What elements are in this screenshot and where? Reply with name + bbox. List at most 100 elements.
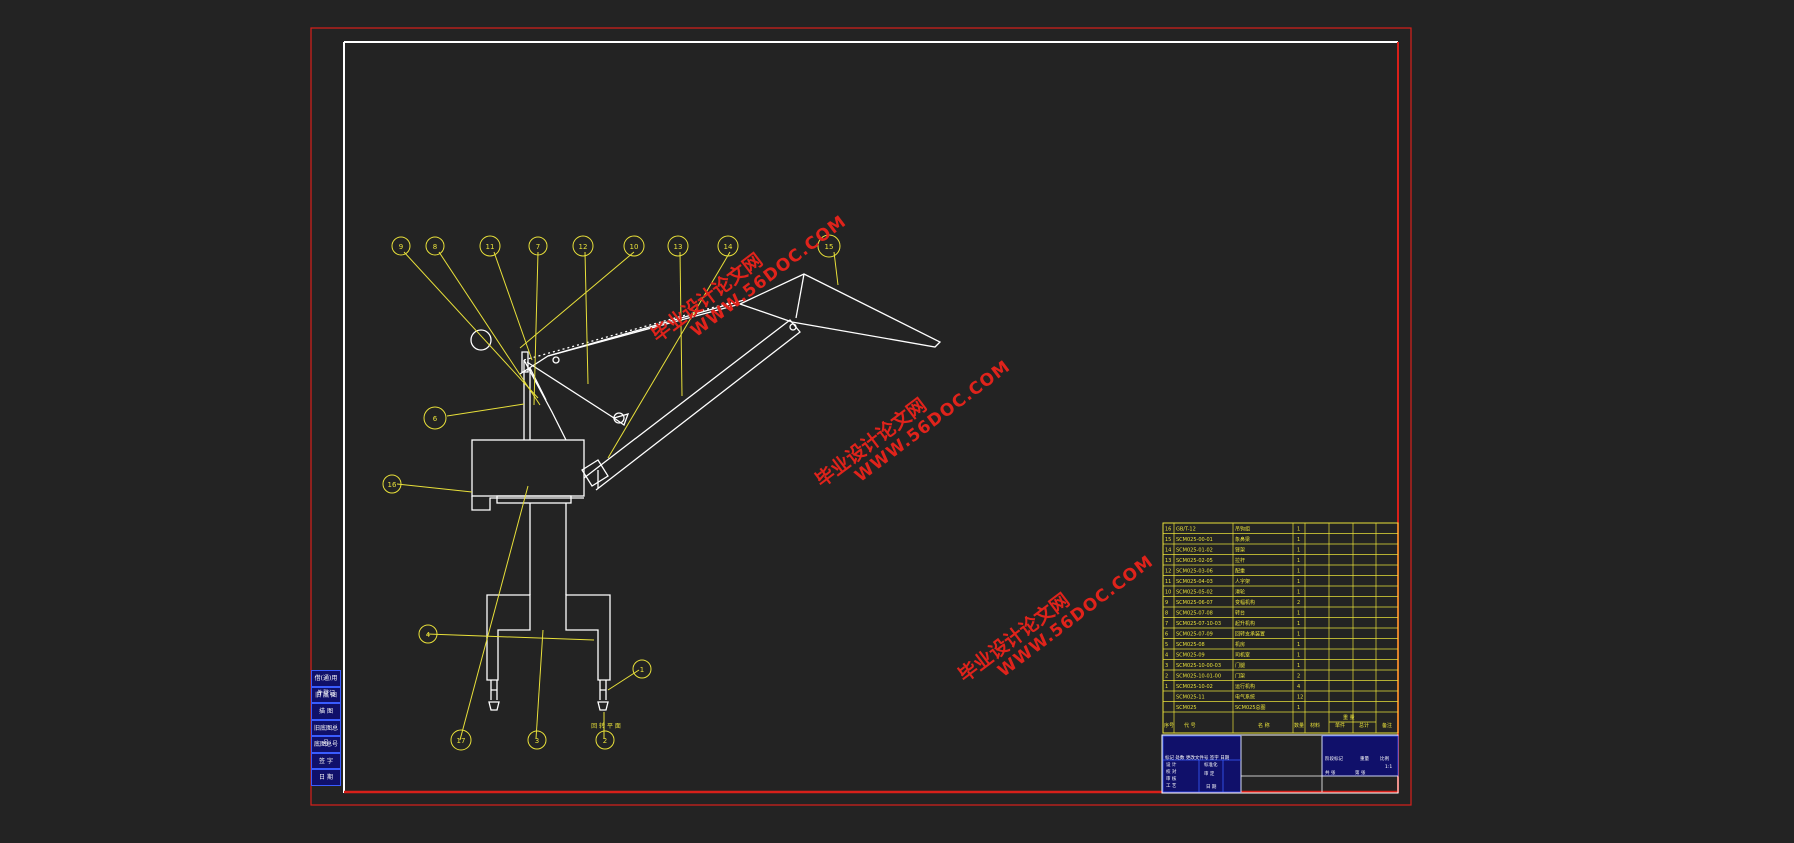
bom-cell: 2: [1165, 674, 1168, 680]
bom-cell: 起升机构: [1235, 620, 1255, 627]
bom-cell: 吊钩组: [1235, 526, 1250, 533]
balloon-label: 8: [433, 243, 437, 251]
balloon-label: 4: [426, 631, 431, 639]
bom-cell: 1: [1165, 684, 1168, 690]
bom-cell: 1: [1297, 537, 1300, 543]
bom-cell: SCM025-09: [1176, 653, 1205, 659]
bom-cell: 2: [1297, 600, 1300, 606]
bom-cell: 门架: [1235, 673, 1245, 680]
bom-cell: 配重: [1235, 568, 1245, 575]
balloon-label: 16: [388, 481, 397, 489]
side-table-cell: 借(通)用件登记: [311, 670, 341, 697]
title-block-text: 日 期: [1206, 784, 1217, 790]
side-table-cell: 底图总号: [311, 736, 341, 753]
bom-cell: SCM025-07-10-03: [1176, 621, 1221, 627]
bom-cell: SCM025-05-02: [1176, 590, 1213, 596]
balloon-label: 1: [640, 666, 644, 674]
bom-header-cell: 重 量: [1343, 714, 1355, 721]
bom-cell: 1: [1297, 590, 1300, 596]
bom-header-cell: 单件: [1335, 722, 1345, 729]
bom-cell: 1: [1297, 621, 1300, 627]
side-table-cell: 旧 底 图: [311, 686, 341, 703]
balloon-label: 9: [399, 243, 403, 251]
bom-cell: 5: [1165, 642, 1168, 648]
bom-cell: 门腿: [1235, 662, 1245, 669]
bom-cell: 8: [1165, 611, 1168, 617]
title-block-text: 比例: [1380, 755, 1389, 762]
title-block-text: 标记 处数 更改文件号 签字 日期: [1165, 754, 1230, 761]
bom-cell: 9: [1165, 600, 1168, 606]
ground-note: 回 转 平 面: [591, 722, 621, 730]
bom-cell: 6: [1165, 632, 1168, 638]
title-block-text: 共 张: [1325, 769, 1336, 776]
bom-cell: SCM025-07-09: [1176, 632, 1213, 638]
balloon-label: 10: [630, 243, 639, 251]
bom-cell: SCM025-04-03: [1176, 579, 1213, 585]
bom-header-cell: 材料: [1310, 722, 1320, 729]
bom-cell: 4: [1165, 653, 1168, 659]
bom-cell: 拉杆: [1235, 557, 1245, 564]
bom-cell: SCM025-06-07: [1176, 600, 1213, 606]
bom-table: 1 6 GB/T-12 吊钩组 1 1 5 SCM025-00-01 象鼻梁 1 1 4 SCM025-…: [1162, 522, 1399, 734]
title-block-text: 阶段标记: [1325, 755, 1343, 762]
bom-cell: 10: [1165, 590, 1171, 596]
bom-cell: 司机室: [1235, 652, 1250, 659]
bom-cell: GB/T-12: [1176, 527, 1196, 533]
bom-cell: 人字架: [1235, 578, 1250, 585]
title-block-text: 标准化: [1204, 761, 1218, 768]
bom-cell: SCM025-03-06: [1176, 569, 1213, 575]
bom-cell: 12: [1297, 695, 1303, 701]
title-block-text: 工 艺: [1166, 783, 1177, 789]
bom-cell: SCM025-10-00-03: [1176, 663, 1221, 669]
bom-cell: 臂架: [1235, 547, 1245, 554]
bom-cell: 转台: [1235, 610, 1245, 617]
bom-header-cell: 数量: [1294, 722, 1304, 729]
bom-cell: 变幅机构: [1235, 599, 1255, 606]
bom-cell: 象鼻梁: [1235, 536, 1250, 543]
bom-cell: SCM025-11: [1176, 695, 1205, 701]
balloon-label: 14: [724, 243, 733, 251]
bom-cell: 1: [1297, 579, 1300, 585]
bom-cell: SCM025总图: [1235, 704, 1266, 711]
bom-cell: SCM025-07-08: [1176, 611, 1213, 617]
title-block-text: 设 计: [1166, 761, 1177, 768]
bom-header-cell: 名 称: [1258, 722, 1270, 729]
balloon-label: 2: [603, 737, 607, 745]
portal-column: [529, 503, 567, 595]
balloon-label: 3: [535, 737, 539, 745]
bom-cell: 2: [1297, 674, 1300, 680]
title-block-text: 重量: [1360, 755, 1369, 762]
bom-cell: 回转支承装置: [1235, 631, 1265, 638]
bom-cell: 1: [1297, 558, 1300, 564]
pulley: [470, 329, 492, 351]
bom-cell: 1: [1297, 653, 1300, 659]
bom-cell: 12: [1165, 569, 1171, 575]
title-block-text: 校 对: [1166, 768, 1177, 775]
title-block-text: 审 定: [1204, 770, 1215, 777]
title-block-text: 第 张: [1355, 769, 1366, 776]
bom-cell: 7: [1165, 621, 1168, 627]
bom-cell: SCM025-00-01: [1176, 537, 1213, 543]
bom-cell: 1: [1297, 705, 1300, 711]
bom-cell: 4: [1297, 684, 1300, 690]
side-table-cell: 旧底图总号: [311, 719, 341, 747]
bom-header-cell: 总计: [1359, 722, 1369, 729]
bom-cell: 机房: [1235, 641, 1245, 648]
side-table-cell: 签 字: [311, 752, 341, 769]
bom-cell: 3: [1165, 663, 1168, 669]
balloon-label: 7: [536, 243, 540, 251]
bom-cell: 1: [1297, 569, 1300, 575]
bom-cell: 1: [1297, 548, 1300, 554]
bom-cell: SCM025: [1176, 705, 1197, 711]
bom-cell: 1: [1297, 527, 1300, 533]
balloon-label: 13: [674, 243, 683, 251]
bom-cell: SCM025-10-02: [1176, 684, 1213, 690]
balloon-label: 17: [457, 737, 466, 745]
side-table-cell: 日 期: [311, 769, 341, 786]
bom-cell: 运行机构: [1235, 683, 1255, 690]
bom-cell: 13: [1165, 558, 1171, 564]
balloon-label: 6: [433, 415, 438, 423]
bom-cell: 1: [1297, 663, 1300, 669]
balloon-label: 11: [486, 243, 495, 251]
balloon-group: [382, 234, 841, 751]
